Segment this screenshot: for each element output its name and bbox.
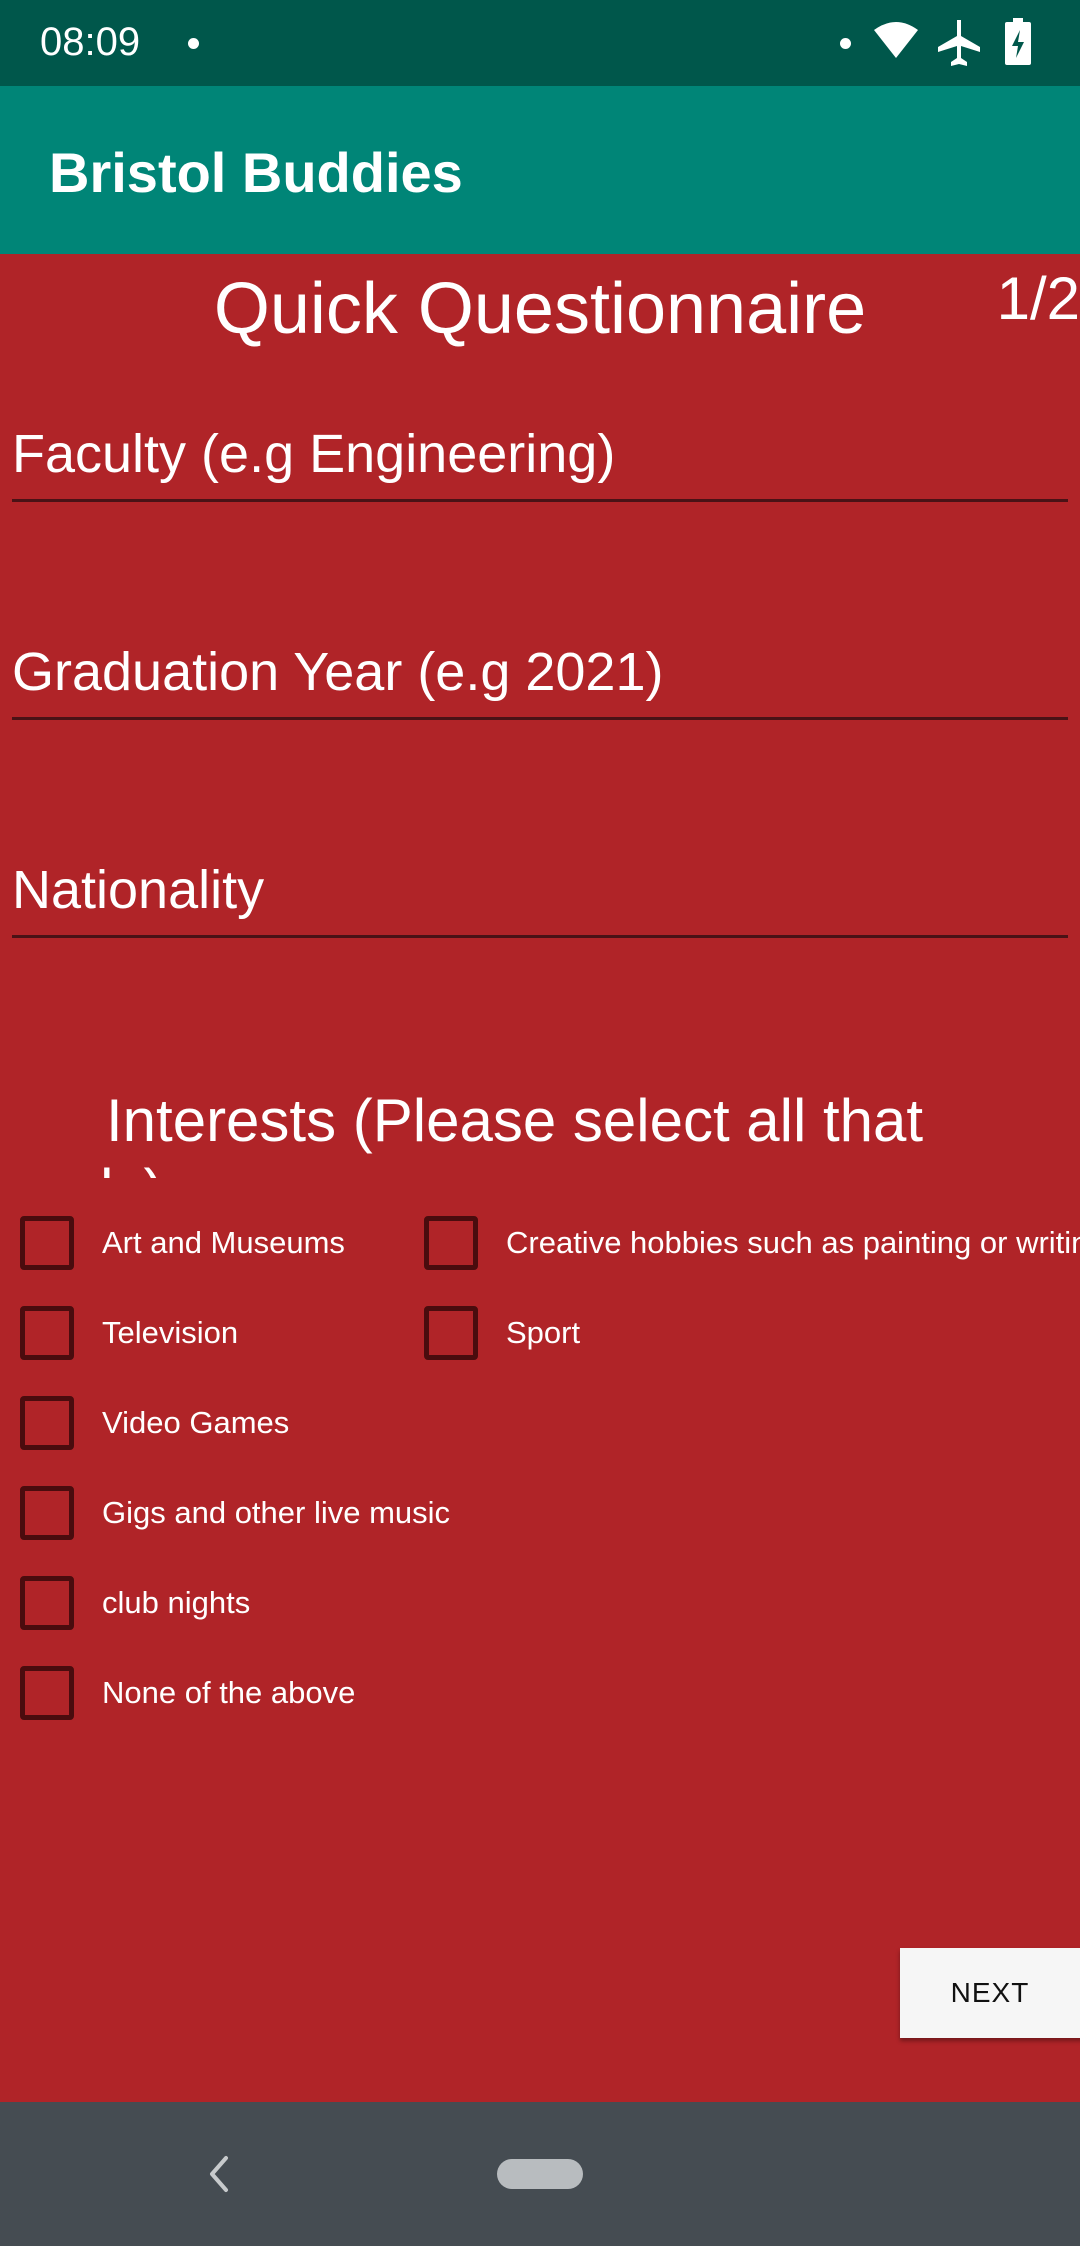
app-bar: Bristol Buddies (0, 86, 1080, 254)
faculty-field-hint: Faculty (e.g Engineering) (12, 424, 616, 484)
interest-checkbox-video-games[interactable]: Video Games (0, 1388, 289, 1458)
interest-checkbox-gigs[interactable]: Gigs and other live music (0, 1478, 450, 1548)
graduation-year-field-hint: Graduation Year (e.g 2021) (12, 642, 664, 702)
notification-dot-icon (840, 38, 851, 49)
interest-checkbox-club-nights[interactable]: club nights (0, 1568, 250, 1638)
nationality-field-hint: Nationality (12, 860, 265, 920)
back-icon[interactable] (200, 2148, 240, 2200)
faculty-field[interactable]: Faculty (e.g Engineering) (12, 402, 1068, 502)
checkbox-icon[interactable] (20, 1666, 74, 1720)
next-button[interactable]: NEXT (900, 1948, 1080, 2038)
interest-checkbox-television[interactable]: Television (0, 1298, 238, 1368)
interest-checkbox-creative-hobbies[interactable]: Creative hobbies such as painting or wri… (404, 1208, 1080, 1278)
page-title: Quick Questionnaire (213, 269, 867, 349)
nationality-field[interactable]: Nationality (12, 838, 1068, 938)
graduation-year-field[interactable]: Graduation Year (e.g 2021) (12, 620, 1068, 720)
interest-label: Video Games (102, 1405, 290, 1440)
checkbox-icon[interactable] (20, 1306, 74, 1360)
interest-label: Sport (506, 1315, 581, 1350)
app-title: Bristol Buddies (49, 141, 463, 204)
interest-label: Creative hobbies such as painting or wri… (506, 1225, 1080, 1260)
page-counter: 1/2 (996, 265, 1080, 332)
interests-heading: Interests (Please select all that apply) (0, 1087, 924, 1178)
status-bar: 08:09 (0, 0, 1080, 86)
checkbox-icon[interactable] (424, 1306, 478, 1360)
interest-label: Gigs and other live music (102, 1495, 451, 1530)
checkbox-icon[interactable] (20, 1216, 74, 1270)
status-time: 08:09 (40, 20, 141, 64)
battery-charging-icon (1005, 18, 1031, 65)
interest-label: Art and Museums (102, 1225, 345, 1260)
navigation-bar (0, 2102, 1080, 2246)
interest-checkbox-none[interactable]: None of the above (0, 1658, 355, 1728)
checkbox-icon[interactable] (20, 1396, 74, 1450)
interest-checkbox-sport[interactable]: Sport (404, 1298, 580, 1368)
wifi-icon (874, 22, 918, 58)
checkbox-icon[interactable] (20, 1576, 74, 1630)
home-pill-icon[interactable] (497, 2159, 583, 2189)
notification-dot-icon (188, 38, 199, 49)
interest-label: club nights (102, 1585, 251, 1620)
interest-label: None of the above (102, 1675, 356, 1710)
checkbox-icon[interactable] (20, 1486, 74, 1540)
checkbox-icon[interactable] (424, 1216, 478, 1270)
interest-checkbox-art-and-museums[interactable]: Art and Museums (0, 1208, 345, 1278)
interest-label: Television (102, 1315, 239, 1350)
airplane-mode-icon (938, 20, 980, 66)
questionnaire-page: Quick Questionnaire 1/2 Faculty (e.g Eng… (0, 254, 1080, 2102)
